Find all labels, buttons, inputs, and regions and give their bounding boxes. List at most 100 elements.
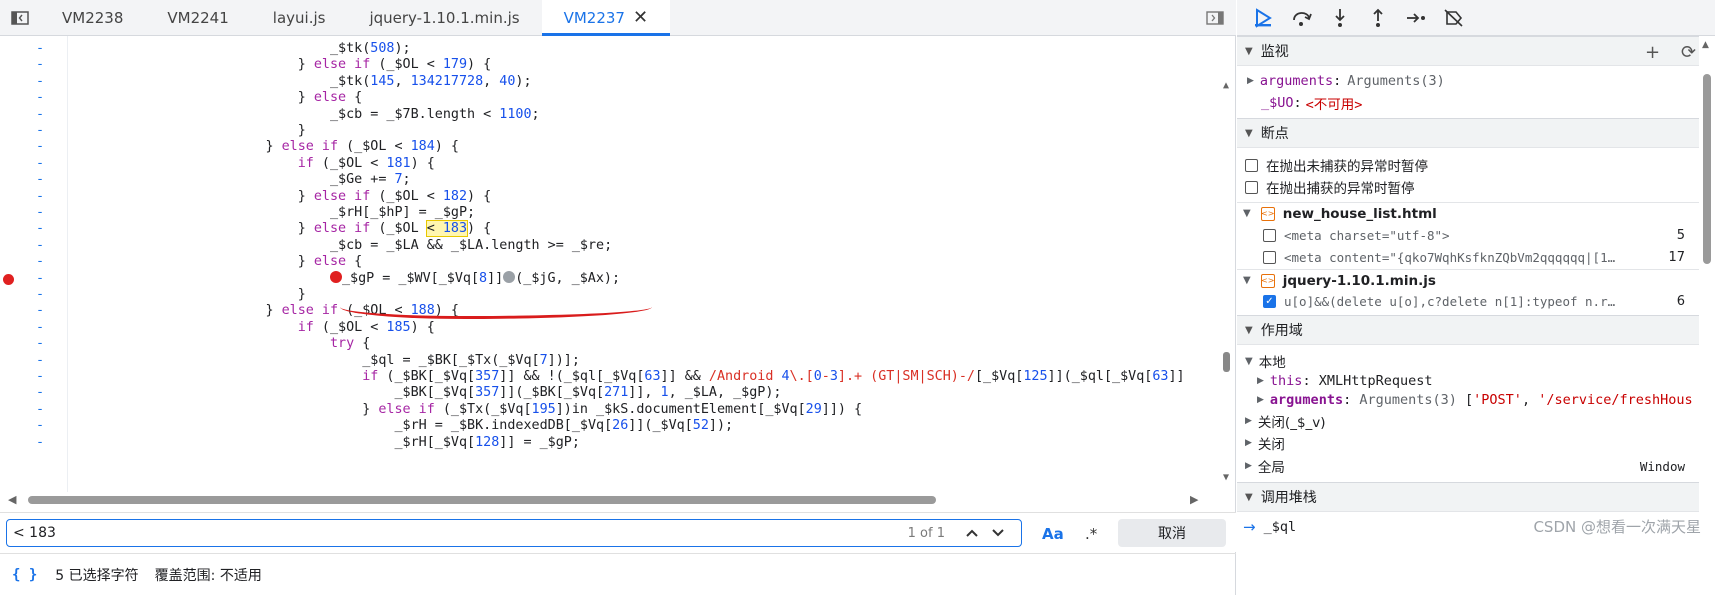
- breakpoint-item[interactable]: <meta content="{qko7WqhKsfknZQbVm2qqqqqq…: [1237, 246, 1699, 268]
- regex-button[interactable]: .*: [1085, 525, 1097, 543]
- line-marker[interactable]: -: [36, 89, 56, 107]
- line-marker[interactable]: -: [36, 122, 56, 140]
- cancel-button[interactable]: 取消: [1118, 519, 1226, 547]
- line-marker[interactable]: -: [36, 335, 56, 353]
- line-marker[interactable]: -: [36, 434, 56, 452]
- code-line[interactable]: - } else if (_$OL < 183) {: [0, 220, 1220, 238]
- tab-vm2241[interactable]: VM2241: [145, 0, 250, 35]
- match-case-button[interactable]: Aa: [1042, 525, 1064, 543]
- line-marker[interactable]: -: [36, 384, 56, 402]
- step-button[interactable]: [1397, 4, 1435, 32]
- callstack-section-header[interactable]: ▼ 调用堆栈: [1237, 482, 1699, 512]
- line-marker[interactable]: -: [36, 138, 56, 156]
- code-line[interactable]: - _$rH[_$hP] = _$gP;: [0, 204, 1220, 222]
- line-marker[interactable]: -: [36, 40, 56, 58]
- code-line[interactable]: - _$tk(145, 134217728, 40);: [0, 73, 1220, 91]
- line-marker[interactable]: -: [36, 106, 56, 124]
- code-line[interactable]: - if (_$BK[_$Vq[357]] && !(_$ql[_$Vq[63]…: [0, 368, 1220, 386]
- inline-breakpoint-icon[interactable]: [503, 270, 516, 283]
- checkbox-checked[interactable]: ✓: [1263, 294, 1276, 308]
- code-line[interactable]: - } else if (_$Tx(_$Vq[195])in _$kS.docu…: [0, 401, 1220, 419]
- breakpoint-icon[interactable]: [3, 273, 14, 285]
- line-marker[interactable]: -: [36, 270, 56, 288]
- add-watch-icon[interactable]: +: [1645, 42, 1660, 63]
- breakpoints-section-header[interactable]: ▼ 断点: [1237, 118, 1699, 148]
- refresh-icon[interactable]: ⟳: [1681, 42, 1696, 63]
- line-marker[interactable]: -: [36, 155, 56, 173]
- breakpoint-item[interactable]: <meta charset="utf-8"> 5: [1237, 224, 1699, 246]
- line-marker[interactable]: -: [36, 171, 56, 189]
- line-marker[interactable]: -: [36, 368, 56, 386]
- code-line[interactable]: - _$cb = _$7B.length < 1100;: [0, 106, 1220, 124]
- code-line[interactable]: - _$rH = _$BK.indexedDB[_$Vq[26]](_$Vq[5…: [0, 417, 1220, 435]
- scroll-up-icon[interactable]: ▲: [1220, 80, 1232, 92]
- tab-vm2238[interactable]: VM2238: [40, 0, 145, 35]
- breakpoint-item[interactable]: ✓ u[o]&&(delete u[o],c?delete n[1]:typeo…: [1237, 290, 1699, 312]
- line-marker[interactable]: -: [36, 204, 56, 222]
- code-line[interactable]: - _$tk(508);: [0, 40, 1220, 58]
- scroll-thumb[interactable]: [1223, 352, 1230, 372]
- line-marker[interactable]: -: [36, 319, 56, 337]
- line-marker[interactable]: -: [36, 220, 56, 238]
- watch-row[interactable]: _$UO : <不可用>: [1237, 92, 1699, 114]
- code-editor[interactable]: - _$tk(508); - } else if (_$OL < 179) {- …: [0, 36, 1236, 492]
- scroll-left-icon[interactable]: ◀: [8, 493, 16, 506]
- code-line[interactable]: - } else if (_$OL < 184) {: [0, 138, 1220, 156]
- scroll-up-icon[interactable]: ▲: [1702, 40, 1709, 50]
- code-line[interactable]: - if (_$OL < 185) {: [0, 319, 1220, 337]
- tab-layui[interactable]: layui.js: [251, 0, 348, 35]
- scope-section-header[interactable]: ▼ 作用域: [1237, 315, 1699, 345]
- scroll-right-icon[interactable]: ▶: [1190, 493, 1198, 506]
- step-over-button[interactable]: [1283, 4, 1321, 32]
- watch-section-header[interactable]: ▼ 监视 + ⟳: [1237, 36, 1699, 66]
- checkbox[interactable]: [1263, 250, 1276, 264]
- checkbox[interactable]: [1263, 228, 1276, 242]
- line-marker[interactable]: -: [36, 253, 56, 271]
- resume-button[interactable]: [1245, 4, 1283, 32]
- pause-caught-option[interactable]: 在抛出捕获的异常时暂停: [1237, 176, 1699, 198]
- code-line[interactable]: - } else if (_$OL < 182) {: [0, 188, 1220, 206]
- scope-local[interactable]: ▼ 本地: [1237, 350, 1699, 372]
- code-line[interactable]: - _$BK[_$Vq[357]](_$BK[_$Vq[271]], 1, _$…: [0, 384, 1220, 402]
- close-icon[interactable]: ✕: [633, 7, 648, 28]
- sidebar-scrollbar[interactable]: ▲: [1699, 36, 1715, 595]
- previous-match-button[interactable]: [961, 523, 983, 543]
- code-line[interactable]: - _$Ge += 7;: [0, 171, 1220, 189]
- line-marker[interactable]: -: [36, 73, 56, 91]
- code-line[interactable]: - } else if (_$OL < 179) {: [0, 56, 1220, 74]
- horizontal-scroll-thumb[interactable]: [28, 496, 936, 504]
- sidebar-toggle-button[interactable]: [0, 0, 40, 35]
- editor-horizontal-scrollbar[interactable]: ◀ ▶: [0, 492, 1220, 508]
- inline-breakpoint-icon[interactable]: [329, 270, 342, 283]
- checkbox[interactable]: [1245, 158, 1258, 172]
- next-match-button[interactable]: [987, 523, 1009, 543]
- scope-global[interactable]: ▶ 全局 Window: [1237, 455, 1699, 477]
- code-line[interactable]: - } else {: [0, 89, 1220, 107]
- line-marker[interactable]: -: [36, 56, 56, 74]
- code-line[interactable]: - _$gP = _$WV[_$Vq[8]] (_$jG, _$Ax);: [0, 270, 1220, 288]
- code-line[interactable]: - _$ql = _$BK[_$Tx(_$Vq[7])];: [0, 352, 1220, 370]
- editor-vertical-scrollbar[interactable]: ▲ ▼: [1220, 80, 1232, 492]
- pretty-print-button[interactable]: { }: [12, 567, 37, 583]
- line-marker[interactable]: -: [36, 302, 56, 320]
- code-line[interactable]: - _$rH[_$Vq[128]] = _$gP;: [0, 434, 1220, 452]
- tab-jquery[interactable]: jquery-1.10.1.min.js: [347, 0, 541, 35]
- watch-row[interactable]: ▶ arguments : Arguments(3): [1237, 70, 1699, 92]
- code-line[interactable]: - } else {: [0, 253, 1220, 271]
- line-marker[interactable]: -: [36, 286, 56, 304]
- breakpoint-file-group[interactable]: ▼ <> jquery-1.10.1.min.js: [1237, 269, 1699, 291]
- search-input[interactable]: < 183 1 of 1: [6, 519, 1022, 547]
- scroll-down-icon[interactable]: ▼: [1220, 472, 1232, 484]
- code-line[interactable]: - try {: [0, 335, 1220, 353]
- scope-arguments-row[interactable]: ▶ arguments : Arguments(3) [ 'POST' , '/…: [1237, 389, 1699, 411]
- toggle-debugger-button[interactable]: [1202, 6, 1228, 30]
- step-out-button[interactable]: [1359, 4, 1397, 32]
- line-marker[interactable]: -: [36, 417, 56, 435]
- step-into-button[interactable]: [1321, 4, 1359, 32]
- code-line[interactable]: - }: [0, 286, 1220, 304]
- line-marker[interactable]: -: [36, 237, 56, 255]
- tab-vm2237[interactable]: VM2237 ✕: [541, 0, 671, 36]
- scope-closure[interactable]: ▶ 关闭: [1237, 432, 1699, 454]
- sidebar-scroll-thumb[interactable]: [1703, 74, 1711, 264]
- breakpoint-file-group[interactable]: ▼ <> new_house_list.html: [1237, 202, 1699, 224]
